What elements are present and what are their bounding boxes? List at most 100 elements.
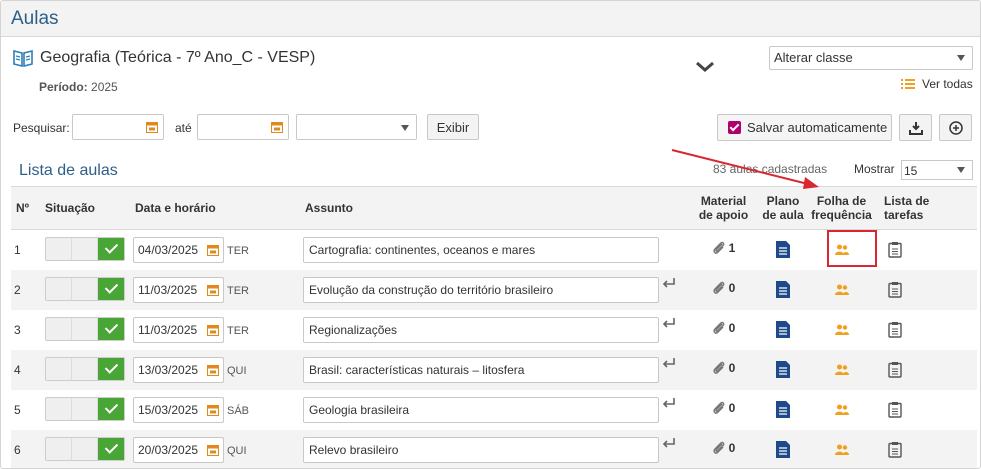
checkbox-checked-icon[interactable] <box>728 121 741 134</box>
material-apoio-button[interactable]: 1 <box>712 240 735 256</box>
mostrar-select[interactable]: 15 <box>901 160 973 180</box>
row-date-input[interactable]: 13/03/2025 <box>133 356 224 383</box>
lista-tarefas-button[interactable] <box>874 310 977 350</box>
calendar-icon[interactable] <box>146 121 158 133</box>
plano-aula-button[interactable] <box>757 270 809 310</box>
table-row: 1 04/03/2025 TER Cartografia: continentes, … <box>11 230 977 270</box>
assunto-input[interactable]: Evolução da construção do território bra… <box>303 276 659 303</box>
date-to-input[interactable] <box>197 114 289 140</box>
material-apoio-button[interactable]: 0 <box>712 440 735 456</box>
col-data: Data e horário <box>133 186 303 230</box>
plano-aula-button[interactable] <box>757 390 809 430</box>
material-count: 0 <box>728 361 736 375</box>
table-row: 5 15/03/2025 SÁB Geologia brasileira 0 <box>11 390 977 430</box>
alterar-classe-select[interactable]: Alterar classe <box>769 46 973 70</box>
col-material: Material de apoio <box>690 186 757 230</box>
assunto-input[interactable]: Geologia brasileira <box>303 396 659 423</box>
row-weekday: TER <box>227 324 249 337</box>
check-icon <box>98 277 124 300</box>
row-date-input[interactable]: 11/03/2025 <box>133 316 224 343</box>
plano-aula-button[interactable] <box>757 230 809 270</box>
date-from-input[interactable] <box>72 114 164 140</box>
calendar-icon[interactable] <box>207 444 219 456</box>
calendar-icon[interactable] <box>207 284 219 296</box>
assunto-value: Brasil: características naturais – litos… <box>309 362 525 377</box>
situacao-toggle[interactable] <box>45 236 125 261</box>
material-apoio-button[interactable]: 0 <box>712 360 736 376</box>
enter-icon <box>662 357 675 368</box>
lista-tarefas-button[interactable] <box>874 430 977 469</box>
row-date: 11/03/2025 <box>138 322 198 337</box>
page-title: Aulas <box>11 8 59 29</box>
row-weekday: TER <box>227 284 249 297</box>
plus-circle-icon <box>948 120 963 135</box>
status-select[interactable] <box>296 114 417 140</box>
material-apoio-button[interactable]: 0 <box>712 400 736 416</box>
mostrar-label: Mostrar <box>854 162 895 176</box>
users-icon <box>834 404 849 415</box>
situacao-toggle[interactable] <box>45 356 125 381</box>
lista-tarefas-button[interactable] <box>874 390 977 430</box>
row-date-input[interactable]: 04/03/2025 <box>133 236 224 263</box>
folha-frequencia-button[interactable] <box>809 390 874 430</box>
lista-title: Lista de aulas <box>19 162 118 179</box>
material-apoio-button[interactable]: 0 <box>712 320 735 336</box>
plano-aula-button[interactable] <box>757 350 809 390</box>
calendar-icon[interactable] <box>271 121 283 133</box>
assunto-input[interactable]: Regionalizações <box>303 316 659 343</box>
row-date-input[interactable]: 20/03/2025 <box>133 436 224 463</box>
material-apoio-button[interactable]: 0 <box>712 280 736 296</box>
lista-tarefas-button[interactable] <box>874 270 977 310</box>
situacao-toggle[interactable] <box>45 436 125 461</box>
add-aula-button[interactable] <box>939 114 972 141</box>
exibir-button[interactable]: Exibir <box>427 114 479 140</box>
row-date-input[interactable]: 11/03/2025 <box>133 276 224 303</box>
folha-frequencia-button[interactable] <box>809 350 874 390</box>
plano-aula-icon <box>776 361 790 378</box>
material-count: 0 <box>728 401 736 415</box>
row-weekday: SÁB <box>227 404 250 417</box>
assunto-input[interactable]: Relevo brasileiro <box>303 436 659 463</box>
calendar-icon[interactable] <box>207 244 219 256</box>
col-lista-line2: tarefas <box>884 208 924 222</box>
assunto-input[interactable]: Brasil: características naturais – litos… <box>303 356 659 383</box>
situacao-toggle[interactable] <box>45 396 125 421</box>
situacao-toggle[interactable] <box>45 316 125 341</box>
assunto-value: Cartografia: continentes, oceanos e mare… <box>309 242 536 257</box>
aulas-table: Nº Situação Data e horário Assunto Mater… <box>11 186 977 469</box>
assunto-input[interactable]: Cartografia: continentes, oceanos e mare… <box>303 236 659 263</box>
lista-tarefas-button[interactable] <box>874 350 977 390</box>
col-plano-line2: de aula <box>762 208 804 222</box>
situacao-toggle[interactable] <box>45 276 125 301</box>
row-weekday: TER <box>227 244 249 257</box>
folha-frequencia-button[interactable] <box>809 430 874 469</box>
col-num: Nº <box>11 186 41 230</box>
row-date-input[interactable]: 15/03/2025 <box>133 396 224 423</box>
folha-frequencia-button[interactable] <box>809 230 874 270</box>
download-button[interactable] <box>899 114 932 141</box>
chevron-down-icon[interactable] <box>693 59 717 75</box>
ate-label: até <box>175 121 192 135</box>
ver-todas-link[interactable]: Ver todas <box>901 77 973 91</box>
lista-tarefas-button[interactable] <box>874 230 977 270</box>
periodo-value: 2025 <box>91 80 118 94</box>
check-icon <box>98 237 124 260</box>
table-row: 4 13/03/2025 QUI Brasil: características na… <box>11 349 977 390</box>
folha-frequencia-button[interactable] <box>809 270 874 310</box>
plano-aula-button[interactable] <box>757 310 809 350</box>
folha-frequencia-button[interactable] <box>809 310 874 350</box>
salvar-automaticamente-toggle[interactable]: Salvar automaticamente <box>717 114 892 141</box>
material-count: 0 <box>728 281 736 295</box>
calendar-icon[interactable] <box>207 364 219 376</box>
paperclip-icon <box>713 321 725 334</box>
row-date: 11/03/2025 <box>138 282 198 297</box>
enter-icon <box>662 277 675 288</box>
calendar-icon[interactable] <box>207 324 219 336</box>
paperclip-icon <box>713 441 725 454</box>
calendar-icon[interactable] <box>207 404 219 416</box>
row-num: 4 <box>14 362 21 377</box>
enter-icon <box>662 397 675 408</box>
table-header: Nº Situação Data e horário Assunto Mater… <box>11 186 977 230</box>
row-date: 15/03/2025 <box>138 402 199 417</box>
plano-aula-button[interactable] <box>757 430 809 469</box>
